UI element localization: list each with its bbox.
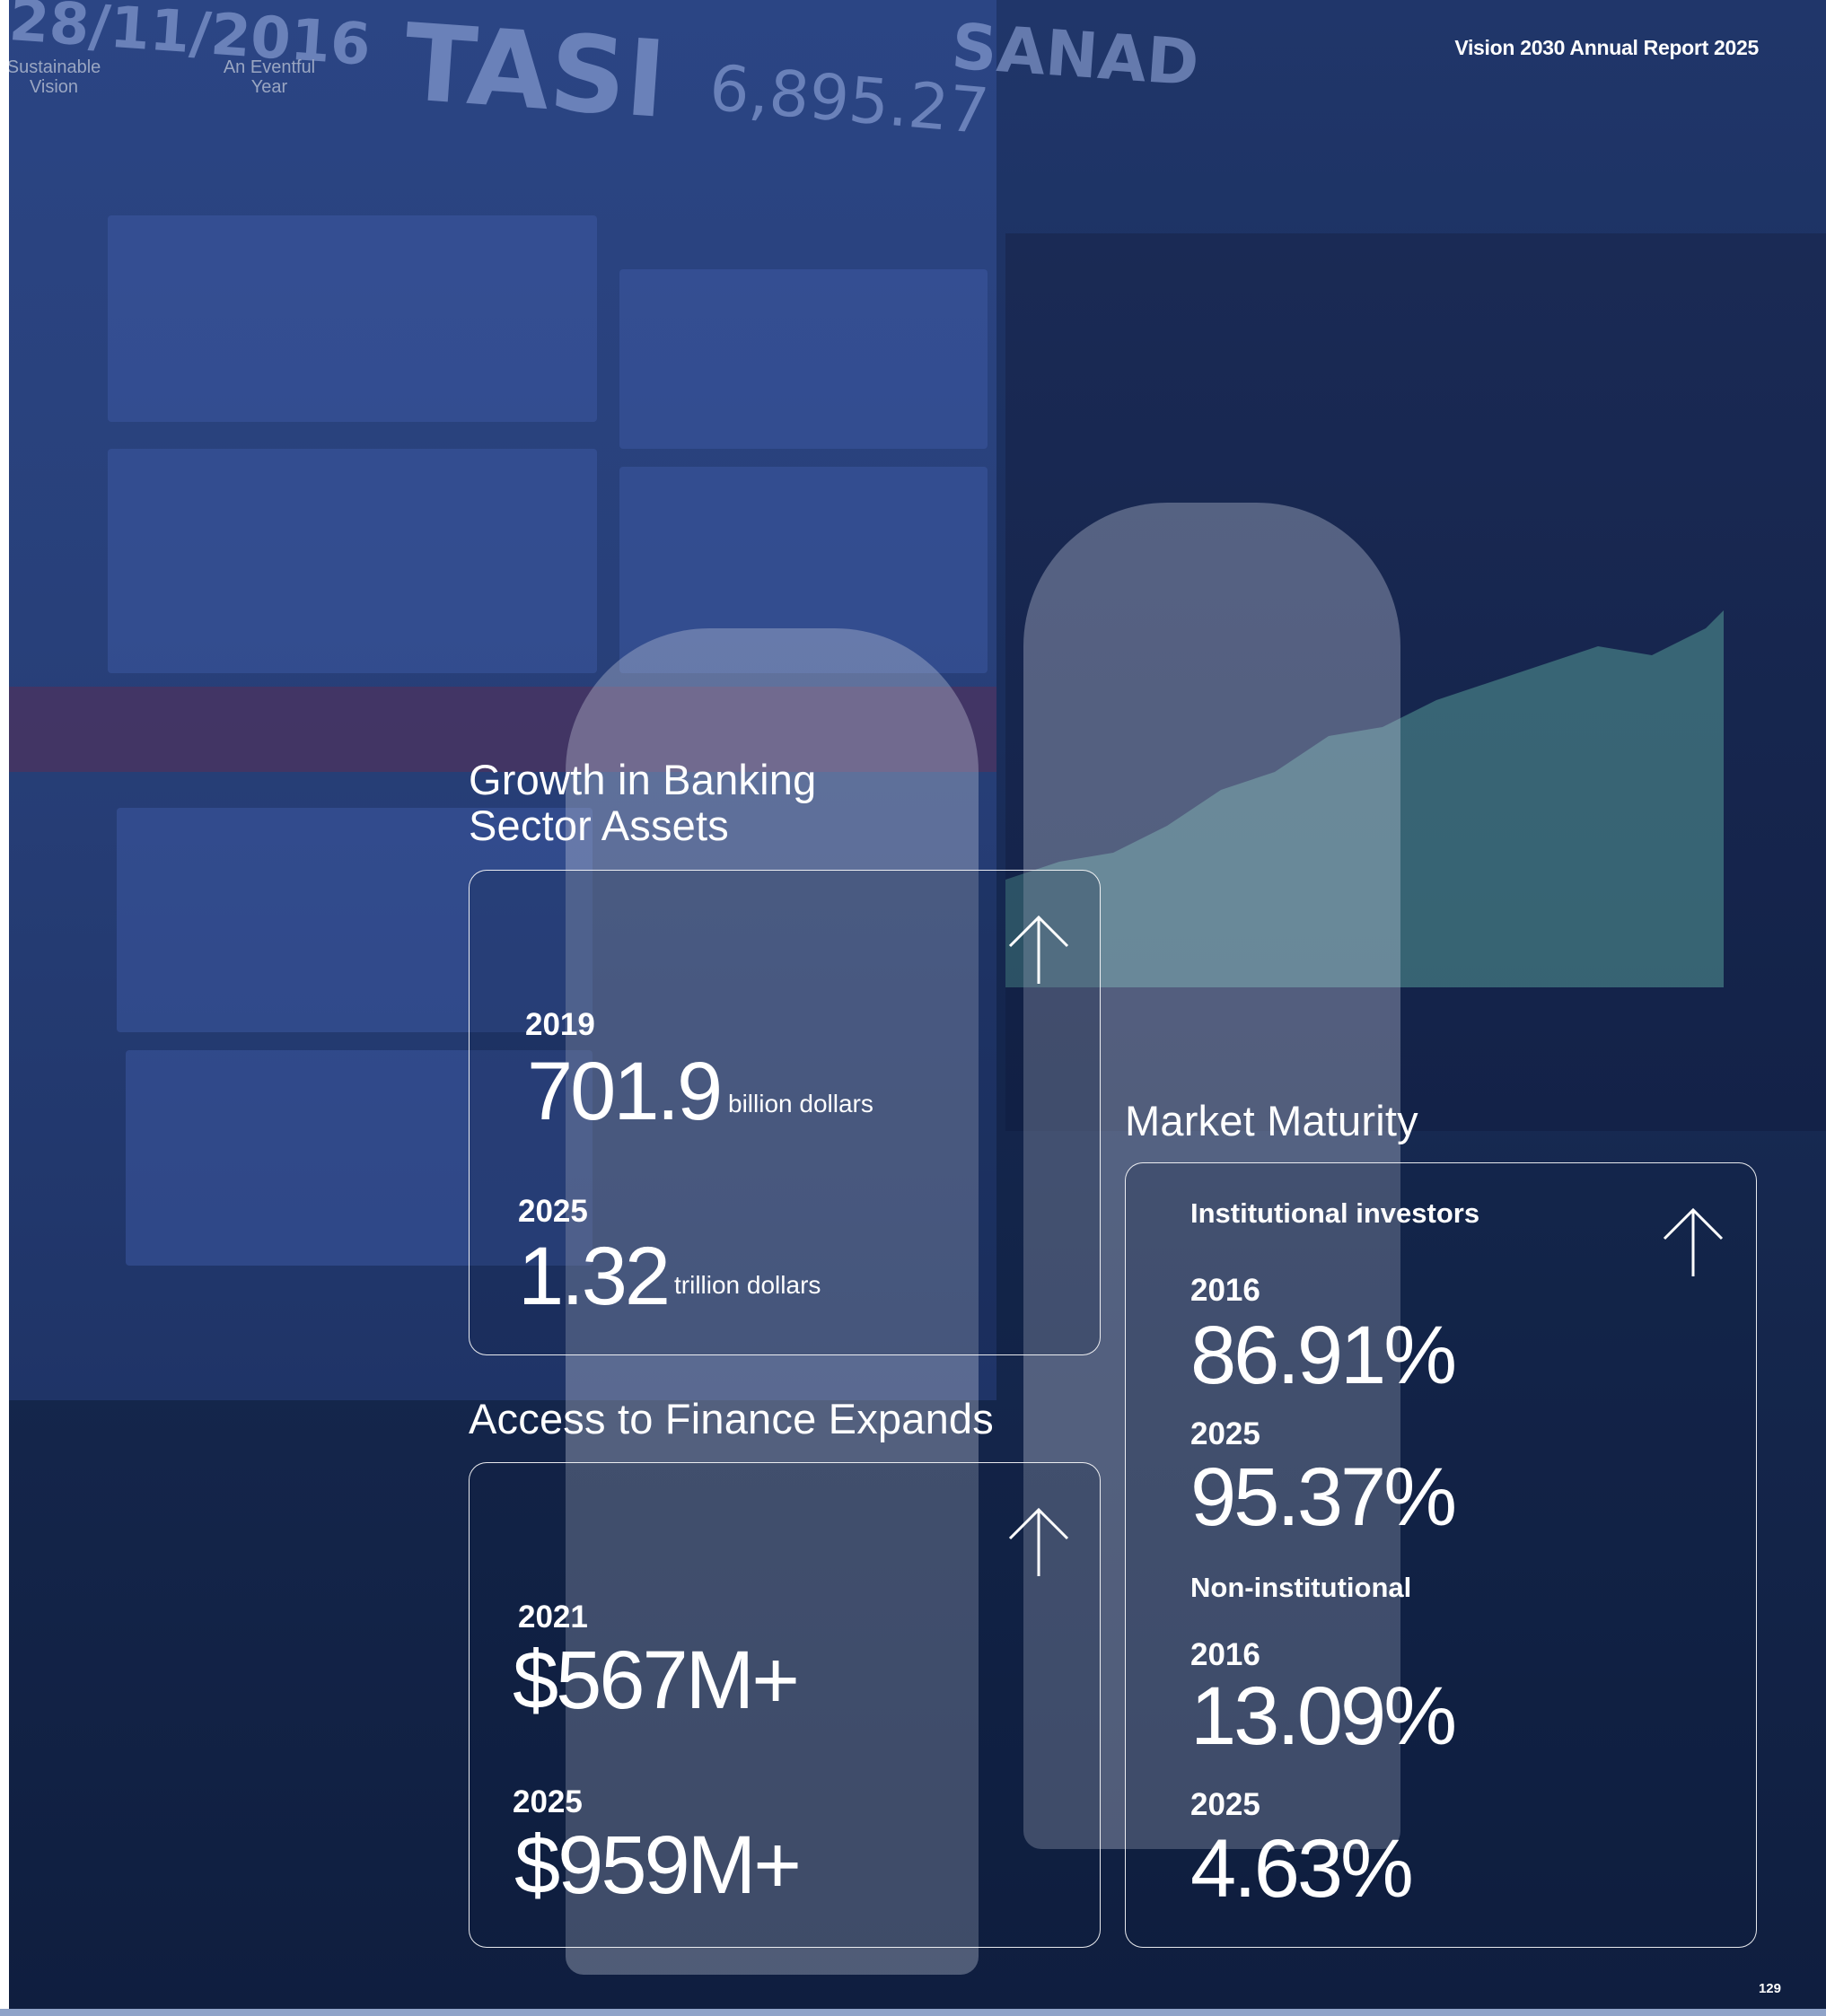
finance-year-2021: 2021 — [518, 1600, 588, 1635]
banking-year-2019: 2019 — [525, 1007, 595, 1042]
banking-title-line2: Sector Assets — [469, 802, 729, 849]
non-institutional-value-2025: 4.63% — [1190, 1823, 1414, 1915]
institutional-label: Institutional investors — [1190, 1197, 1480, 1229]
finance-year-2025: 2025 — [513, 1784, 583, 1819]
institutional-year-2025: 2025 — [1190, 1416, 1260, 1451]
finance-title: Access to Finance Expands — [469, 1395, 994, 1442]
nav-sustainable-vision[interactable]: Sustainable Vision — [9, 57, 108, 97]
finance-value-2025: $959M+ — [514, 1819, 802, 1911]
banking-year-2025: 2025 — [518, 1194, 588, 1229]
page-left-margin — [0, 0, 9, 2016]
nav-eventful-year[interactable]: An Eventful Year — [215, 57, 323, 97]
banking-unit-2019: billion dollars — [728, 1090, 873, 1118]
banking-card: 2019 701.9 billion dollars 2025 1.32 tri… — [469, 870, 1101, 1355]
non-institutional-year-2016: 2016 — [1190, 1637, 1260, 1672]
report-page: 28/11/2016 TASI 6,895.27 SANAD Sustainab… — [9, 0, 1826, 2009]
arrow-up-icon — [1663, 1207, 1724, 1276]
non-institutional-label: Non-institutional — [1190, 1572, 1412, 1603]
institutional-value-2025: 95.37% — [1190, 1451, 1457, 1543]
screen-tile — [619, 269, 988, 449]
page-number: 129 — [1758, 1981, 1781, 1996]
market-title: Market Maturity — [1125, 1097, 1418, 1144]
banking-value-2025: 1.32 — [518, 1231, 671, 1322]
banking-title-line1: Growth in Banking — [469, 756, 817, 803]
finance-card: 2021 $567M+ 2025 $959M+ — [469, 1462, 1101, 1948]
screen-tile — [108, 449, 597, 673]
finance-value-2021: $567M+ — [513, 1635, 800, 1726]
screen-tile — [108, 215, 597, 422]
market-card: Institutional investors 2016 86.91% 2025… — [1125, 1162, 1757, 1948]
institutional-value-2016: 86.91% — [1190, 1310, 1457, 1401]
banking-value-2019: 701.9 — [527, 1046, 723, 1137]
non-institutional-value-2016: 13.09% — [1190, 1670, 1457, 1762]
background-index-name: TASI — [399, 0, 671, 143]
banking-title: Growth in Banking Sector Assets — [469, 757, 816, 848]
non-institutional-year-2025: 2025 — [1190, 1787, 1260, 1822]
institutional-year-2016: 2016 — [1190, 1273, 1260, 1308]
report-title: Vision 2030 Annual Report 2025 — [1454, 36, 1759, 59]
arrow-up-icon — [1008, 915, 1069, 984]
banking-unit-2025: trillion dollars — [674, 1271, 821, 1299]
page-bottom-bar — [0, 2009, 1826, 2016]
arrow-up-icon — [1008, 1507, 1069, 1576]
